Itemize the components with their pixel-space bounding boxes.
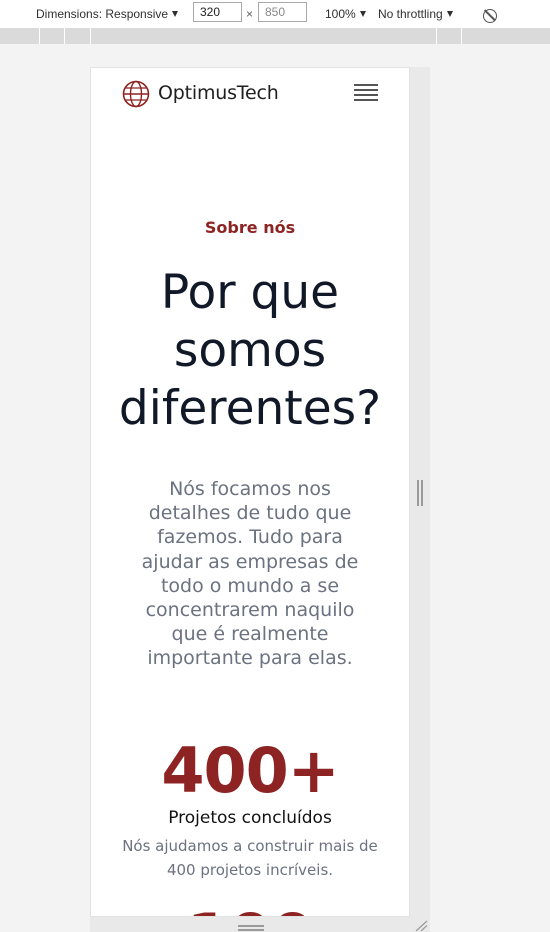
- media-query-segment[interactable]: [65, 28, 91, 44]
- stat-number: 100: [91, 900, 409, 916]
- hamburger-line: [354, 99, 378, 101]
- section-description: Nós focamos nos detalhes de tudo que faz…: [141, 478, 359, 670]
- rotate-icon: [483, 9, 497, 23]
- hamburger-line: [354, 89, 378, 91]
- width-input[interactable]: 320: [193, 2, 242, 22]
- media-query-bar[interactable]: [0, 28, 550, 44]
- chevron-down-icon: [359, 11, 366, 17]
- throttling-label: No throttling: [378, 7, 443, 21]
- media-query-segment[interactable]: [409, 28, 437, 44]
- chevron-down-icon: [172, 11, 179, 17]
- hamburger-menu-icon: [354, 84, 378, 86]
- page-title: Por que somos diferentes?: [118, 265, 382, 436]
- dimensions-label: Dimensions: Responsive: [36, 7, 169, 21]
- media-query-segment[interactable]: [0, 28, 40, 44]
- resize-handle-bottom[interactable]: [238, 925, 264, 931]
- devtools-toolbar: Dimensions: Responsive 320 × 850 100% No…: [0, 0, 550, 28]
- stat-description: Nós ajudamos a construir mais de 400 pro…: [122, 837, 378, 879]
- resize-corner-icon[interactable]: [414, 920, 428, 932]
- times-symbol: ×: [246, 7, 254, 21]
- globe-icon[interactable]: [122, 80, 150, 108]
- media-query-segment[interactable]: [437, 28, 462, 44]
- throttling-dropdown[interactable]: No throttling: [378, 5, 453, 23]
- dimensions-dropdown[interactable]: Dimensions: Responsive: [36, 5, 179, 23]
- stat-title: Projetos concluídos: [168, 808, 332, 828]
- zoom-label: 100%: [325, 7, 356, 21]
- site-header: OptimusTech: [91, 68, 409, 122]
- hamburger-line: [354, 94, 378, 96]
- resize-handle-right[interactable]: [417, 480, 423, 506]
- stat-number: 400+: [161, 734, 339, 807]
- height-input[interactable]: 850: [258, 2, 307, 22]
- section-eyebrow: Sobre nós: [204, 218, 296, 237]
- brand-name[interactable]: OptimusTech: [158, 82, 279, 104]
- rotate-button[interactable]: [483, 7, 497, 25]
- zoom-dropdown[interactable]: 100%: [325, 5, 366, 23]
- media-query-segment[interactable]: [40, 28, 65, 44]
- hamburger-menu-button[interactable]: [354, 84, 380, 104]
- device-viewport: OptimusTech Sobre nós Por que somos dife…: [90, 67, 410, 917]
- chevron-down-icon: [446, 11, 453, 17]
